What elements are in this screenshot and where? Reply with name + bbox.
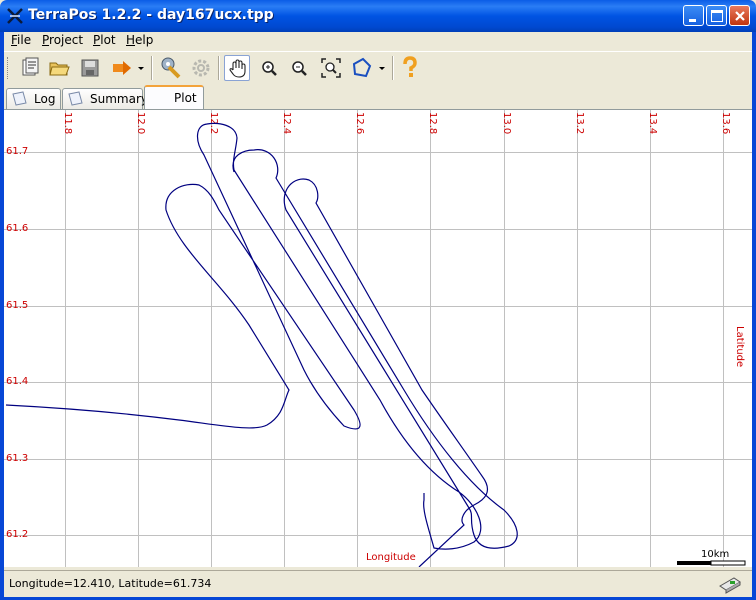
longitude-tick-label: 13.2 bbox=[574, 112, 585, 134]
longitude-tick-label: 13.4 bbox=[647, 112, 658, 134]
tab-summary[interactable]: Summary bbox=[62, 88, 148, 109]
toolbar-separator bbox=[392, 56, 394, 80]
zoom-in-icon bbox=[262, 61, 277, 76]
menu-plot[interactable]: Plot bbox=[93, 33, 116, 47]
scale-bar: 10km bbox=[677, 549, 746, 566]
settings-wrench-icon bbox=[161, 57, 181, 79]
maximize-button[interactable] bbox=[706, 5, 727, 26]
save-button[interactable] bbox=[77, 55, 103, 81]
longitude-tick-label: 13.6 bbox=[720, 112, 731, 134]
latitude-tick-label: 61.5 bbox=[6, 300, 28, 311]
zoom-out-icon bbox=[292, 61, 307, 76]
chevron-down-icon bbox=[138, 67, 144, 70]
new-project-icon bbox=[22, 57, 39, 76]
open-folder-icon bbox=[49, 62, 70, 76]
toolbar-grip[interactable] bbox=[7, 57, 11, 79]
latitude-tick-label: 61.2 bbox=[6, 529, 28, 540]
export-icon bbox=[113, 61, 131, 75]
tab-plot[interactable]: Plot bbox=[144, 85, 204, 110]
close-button[interactable] bbox=[729, 5, 750, 26]
scale-label: 10km bbox=[701, 549, 729, 560]
scale-bar-black-segment bbox=[677, 561, 711, 565]
menu-project[interactable]: Project bbox=[42, 33, 83, 47]
polygon-select-icon bbox=[352, 57, 372, 78]
window-title: TerraPos 1.2.2 - day167ucx.tpp bbox=[28, 7, 274, 23]
save-icon bbox=[81, 59, 99, 77]
latitude-tick-label: 61.7 bbox=[6, 146, 28, 157]
process-gear-icon bbox=[192, 59, 210, 77]
x-axis-label: Longitude bbox=[366, 552, 416, 563]
minimize-button[interactable] bbox=[683, 5, 704, 26]
latitude-tick-label: 61.3 bbox=[6, 453, 28, 464]
longitude-tick-label: 13.0 bbox=[501, 112, 512, 134]
longitude-tick-label: 12.6 bbox=[354, 112, 365, 134]
longitude-tick-label: 12.8 bbox=[427, 112, 438, 134]
help-button[interactable] bbox=[397, 55, 423, 81]
longitude-tick-label: 11.8 bbox=[62, 112, 73, 134]
summary-page-icon bbox=[68, 91, 83, 106]
zoom-extent-button[interactable] bbox=[318, 55, 344, 81]
polygon-select-button[interactable] bbox=[349, 55, 375, 81]
terrapos-app-icon[interactable] bbox=[6, 7, 24, 25]
zoom-out-button[interactable] bbox=[286, 55, 312, 81]
log-page-icon bbox=[12, 91, 27, 106]
trajectory-track bbox=[5, 122, 518, 567]
menu-help[interactable]: Help bbox=[126, 33, 153, 47]
export-dropdown-button[interactable] bbox=[135, 55, 147, 81]
new-project-button[interactable] bbox=[17, 55, 43, 81]
export-button[interactable] bbox=[109, 55, 135, 81]
trajectory-plot[interactable]: 11.8 12.0 12.2 12.4 12.6 12.8 13.0 13.2 … bbox=[4, 110, 752, 567]
plot-area[interactable]: 11.8 12.0 12.2 12.4 12.6 12.8 13.0 13.2 … bbox=[4, 109, 752, 567]
scale-bar-white-segment bbox=[710, 560, 746, 566]
pan-button[interactable] bbox=[224, 55, 250, 81]
polygon-dropdown-button[interactable] bbox=[376, 55, 388, 81]
y-axis-label: Latitude bbox=[734, 326, 745, 367]
toolbar-separator bbox=[218, 56, 220, 80]
menu-file[interactable]: File bbox=[11, 33, 31, 47]
close-icon bbox=[735, 11, 745, 21]
minimize-icon bbox=[689, 19, 696, 22]
menu-bar: File Project Plot Help bbox=[4, 32, 752, 50]
settings-button[interactable] bbox=[157, 55, 183, 81]
grid-lines bbox=[4, 110, 752, 567]
process-button[interactable] bbox=[188, 55, 214, 81]
status-bar: Longitude=12.410, Latitude=61.734 bbox=[4, 570, 752, 597]
open-button[interactable] bbox=[46, 55, 72, 81]
pan-hand-icon bbox=[229, 59, 246, 78]
chevron-down-icon bbox=[379, 67, 385, 70]
zoom-extent-icon bbox=[321, 58, 341, 78]
latitude-tick-label: 61.4 bbox=[6, 376, 28, 387]
help-icon bbox=[403, 56, 417, 77]
latitude-tick-label: 61.6 bbox=[6, 223, 28, 234]
maximize-icon bbox=[711, 10, 723, 22]
title-bar: TerraPos 1.2.2 - day167ucx.tpp bbox=[0, 0, 756, 32]
tab-log[interactable]: Log bbox=[6, 88, 61, 109]
view-tabs: Log Summary Plot bbox=[4, 85, 752, 110]
longitude-tick-label: 12.0 bbox=[135, 112, 146, 134]
longitude-tick-label: 12.4 bbox=[281, 112, 292, 134]
zoom-in-button[interactable] bbox=[256, 55, 282, 81]
toolbar-separator bbox=[151, 56, 153, 80]
receiver-status-icon[interactable] bbox=[716, 574, 744, 594]
cursor-coordinates: Longitude=12.410, Latitude=61.734 bbox=[9, 577, 212, 590]
toolbar bbox=[4, 51, 752, 86]
window-frame-right bbox=[752, 32, 756, 600]
